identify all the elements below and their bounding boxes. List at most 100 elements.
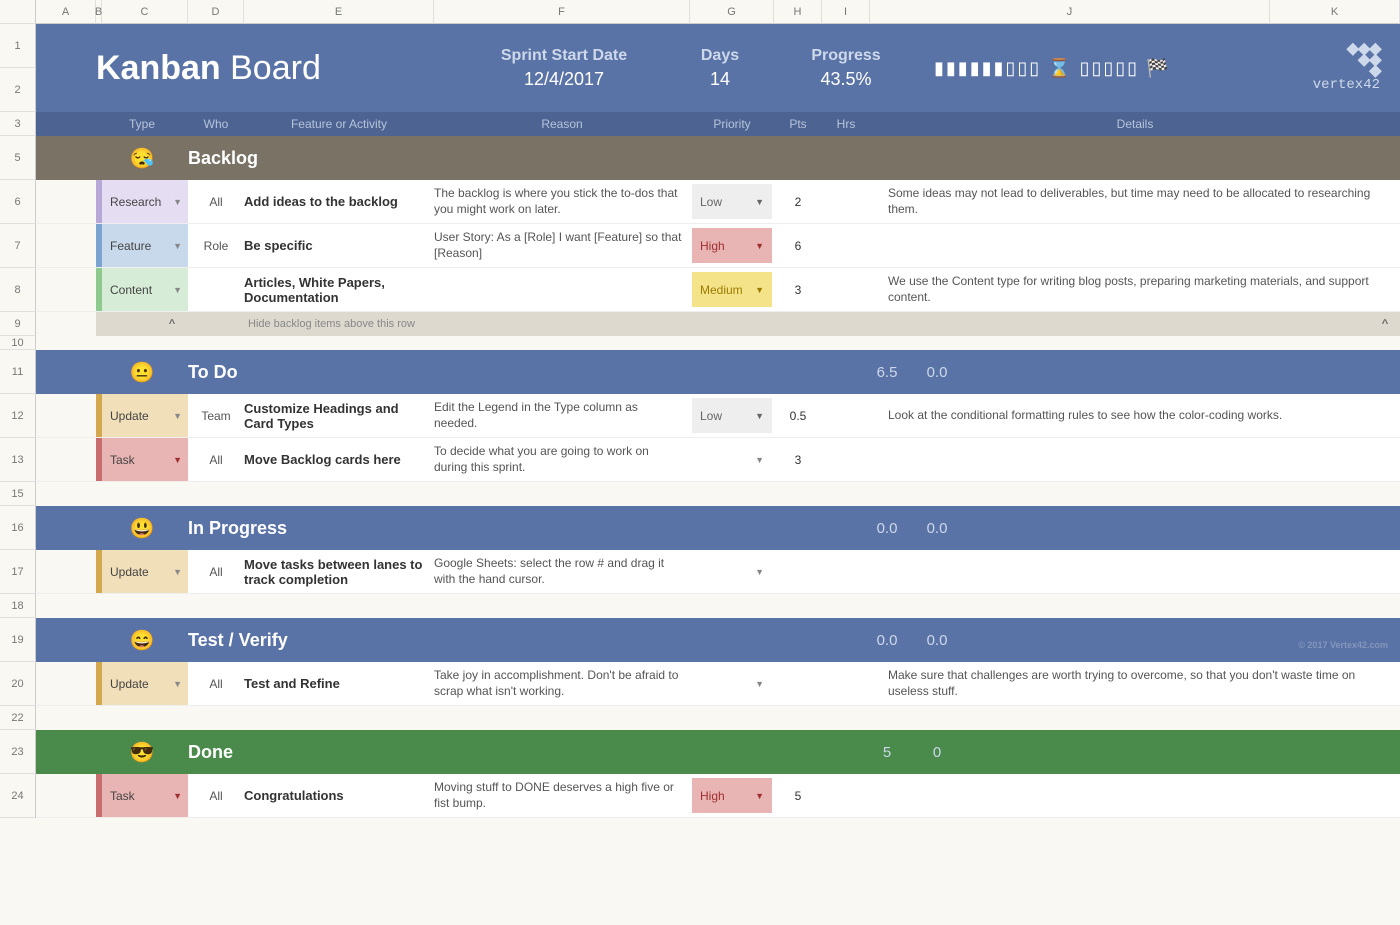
card-row[interactable]: Update▼TeamCustomize Headings and Card T… — [36, 394, 1400, 438]
row-header[interactable]: 20 — [0, 662, 36, 706]
hrs-cell[interactable] — [822, 268, 870, 311]
hrs-cell[interactable] — [822, 774, 870, 817]
col-header[interactable]: F — [434, 0, 690, 24]
reason-cell[interactable]: Take joy in accomplishment. Don't be afr… — [434, 662, 690, 705]
row-header[interactable]: 10 — [0, 336, 36, 350]
hrs-cell[interactable] — [822, 438, 870, 481]
row-header[interactable]: 24 — [0, 774, 36, 818]
row-header[interactable]: 17 — [0, 550, 36, 594]
details-cell[interactable]: Make sure that challenges are worth tryi… — [870, 662, 1400, 705]
row-header[interactable]: 23 — [0, 730, 36, 774]
col-header[interactable]: G — [690, 0, 774, 24]
type-dropdown[interactable]: Task▼ — [102, 774, 188, 817]
details-cell[interactable]: Some ideas may not lead to deliverables,… — [870, 180, 1400, 223]
row-header[interactable]: 19 — [0, 618, 36, 662]
row-header[interactable]: 11 — [0, 350, 36, 394]
feature-cell[interactable]: Congratulations — [244, 774, 434, 817]
hrs-cell[interactable] — [822, 224, 870, 267]
card-row[interactable]: Task▼AllCongratulationsMoving stuff to D… — [36, 774, 1400, 818]
priority-dropdown[interactable]: ▼ — [692, 442, 772, 477]
row-header[interactable]: 12 — [0, 394, 36, 438]
hrs-cell[interactable] — [822, 180, 870, 223]
col-header[interactable]: H — [774, 0, 822, 24]
corner-cell[interactable] — [0, 0, 36, 24]
type-dropdown[interactable]: Content▼ — [102, 268, 188, 311]
row-header[interactable]: 6 — [0, 180, 36, 224]
type-dropdown[interactable]: Update▼ — [102, 394, 188, 437]
who-cell[interactable]: All — [188, 438, 244, 481]
who-cell[interactable]: All — [188, 180, 244, 223]
reason-cell[interactable]: Google Sheets: select the row # and drag… — [434, 550, 690, 593]
row-header[interactable]: 18 — [0, 594, 36, 618]
row-header[interactable]: 3 — [0, 112, 36, 136]
card-row[interactable]: Content▼ Articles, White Papers, Document… — [36, 268, 1400, 312]
hrs-cell[interactable] — [822, 550, 870, 593]
who-cell[interactable]: All — [188, 662, 244, 705]
who-cell[interactable]: All — [188, 774, 244, 817]
col-header[interactable]: K — [1270, 0, 1400, 24]
who-cell[interactable] — [188, 268, 244, 311]
details-cell[interactable] — [870, 774, 1400, 817]
type-dropdown[interactable]: Update▼ — [102, 662, 188, 705]
priority-dropdown[interactable]: Medium▼ — [692, 272, 772, 307]
pts-cell[interactable]: 3 — [774, 438, 822, 481]
row-header[interactable]: 8 — [0, 268, 36, 312]
type-dropdown[interactable]: Research▼ — [102, 180, 188, 223]
priority-dropdown[interactable]: High▼ — [692, 778, 772, 813]
pts-cell[interactable]: 5 — [774, 774, 822, 817]
pts-cell[interactable] — [774, 550, 822, 593]
pts-cell[interactable] — [774, 662, 822, 705]
col-header[interactable]: D — [188, 0, 244, 24]
priority-dropdown[interactable]: Low▼ — [692, 184, 772, 219]
row-header[interactable]: 2 — [0, 68, 36, 112]
row-header[interactable]: 16 — [0, 506, 36, 550]
reason-cell[interactable]: To decide what you are going to work on … — [434, 438, 690, 481]
hide-backlog-row[interactable]: ^Hide backlog items above this row^ — [36, 312, 1400, 336]
hrs-cell[interactable] — [822, 394, 870, 437]
reason-cell[interactable]: User Story: As a [Role] I want [Feature]… — [434, 224, 690, 267]
feature-cell[interactable]: Articles, White Papers, Documentation — [244, 268, 434, 311]
card-row[interactable]: Feature▼RoleBe specificUser Story: As a … — [36, 224, 1400, 268]
priority-dropdown[interactable]: ▼ — [692, 554, 772, 589]
feature-cell[interactable]: Test and Refine — [244, 662, 434, 705]
row-header[interactable]: 9 — [0, 312, 36, 336]
feature-cell[interactable]: Add ideas to the backlog — [244, 180, 434, 223]
col-header[interactable]: A — [36, 0, 96, 24]
row-header[interactable]: 7 — [0, 224, 36, 268]
feature-cell[interactable]: Move Backlog cards here — [244, 438, 434, 481]
card-row[interactable]: Task▼AllMove Backlog cards hereTo decide… — [36, 438, 1400, 482]
details-cell[interactable]: Look at the conditional formatting rules… — [870, 394, 1400, 437]
who-cell[interactable]: Role — [188, 224, 244, 267]
priority-dropdown[interactable]: High▼ — [692, 228, 772, 263]
row-header[interactable]: 15 — [0, 482, 36, 506]
details-cell[interactable] — [870, 224, 1400, 267]
card-row[interactable]: Research▼AllAdd ideas to the backlogThe … — [36, 180, 1400, 224]
col-header[interactable]: C — [102, 0, 188, 24]
row-header[interactable]: 13 — [0, 438, 36, 482]
col-header[interactable]: E — [244, 0, 434, 24]
priority-dropdown[interactable]: Low▼ — [692, 398, 772, 433]
hrs-cell[interactable] — [822, 662, 870, 705]
card-row[interactable]: Update▼AllTest and RefineTake joy in acc… — [36, 662, 1400, 706]
type-dropdown[interactable]: Update▼ — [102, 550, 188, 593]
card-row[interactable]: Update▼AllMove tasks between lanes to tr… — [36, 550, 1400, 594]
reason-cell[interactable]: The backlog is where you stick the to-do… — [434, 180, 690, 223]
details-cell[interactable]: We use the Content type for writing blog… — [870, 268, 1400, 311]
pts-cell[interactable]: 2 — [774, 180, 822, 223]
type-dropdown[interactable]: Feature▼ — [102, 224, 188, 267]
reason-cell[interactable]: Moving stuff to DONE deserves a high fiv… — [434, 774, 690, 817]
col-header[interactable]: J — [870, 0, 1270, 24]
who-cell[interactable]: All — [188, 550, 244, 593]
row-header[interactable]: 22 — [0, 706, 36, 730]
reason-cell[interactable]: Edit the Legend in the Type column as ne… — [434, 394, 690, 437]
who-cell[interactable]: Team — [188, 394, 244, 437]
col-header[interactable]: I — [822, 0, 870, 24]
feature-cell[interactable]: Customize Headings and Card Types — [244, 394, 434, 437]
feature-cell[interactable]: Be specific — [244, 224, 434, 267]
type-dropdown[interactable]: Task▼ — [102, 438, 188, 481]
row-header[interactable]: 5 — [0, 136, 36, 180]
pts-cell[interactable]: 3 — [774, 268, 822, 311]
priority-dropdown[interactable]: ▼ — [692, 666, 772, 701]
details-cell[interactable] — [870, 550, 1400, 593]
pts-cell[interactable]: 6 — [774, 224, 822, 267]
